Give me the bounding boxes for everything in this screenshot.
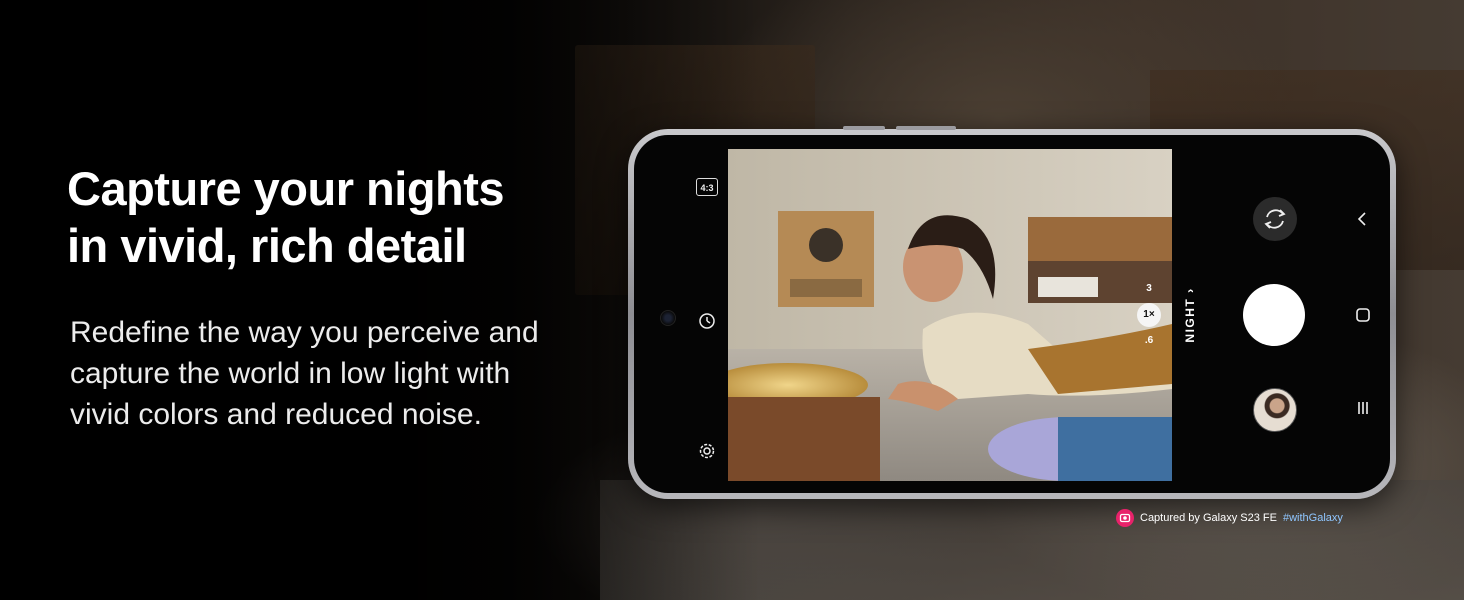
headline-line-2: in vivid, rich detail (67, 219, 467, 272)
flip-camera-button[interactable] (1253, 197, 1297, 241)
camera-viewfinder (728, 149, 1172, 481)
phone-mockup: 4:3 3 1× .6 NIGHT › (628, 126, 1396, 499)
photo-caption: Captured by Galaxy S23 FE #withGalaxy (1116, 509, 1343, 527)
front-camera-hole (660, 310, 676, 326)
flip-camera-icon (1264, 209, 1286, 229)
caption-text: Captured by Galaxy S23 FE (1140, 512, 1277, 524)
side-button (896, 126, 956, 130)
body-line-2: capture the world in low light with (70, 357, 511, 390)
body-copy: Redefine the way you perceive and captur… (70, 312, 630, 435)
scene-records (1038, 277, 1098, 297)
gallery-thumbnail[interactable] (1253, 388, 1297, 432)
volume-button (843, 126, 885, 130)
caption-hashtag[interactable]: #withGalaxy (1283, 512, 1343, 524)
mode-label-night[interactable]: NIGHT › (1183, 287, 1197, 342)
camera-left-bar: 4:3 (634, 135, 727, 493)
camera-badge-icon (1116, 509, 1134, 527)
zoom-option-3[interactable]: 3 (1136, 283, 1162, 294)
phone-screen: 4:3 3 1× .6 NIGHT › (634, 135, 1390, 493)
recents-nav-icon[interactable] (1354, 399, 1372, 417)
timer-icon[interactable] (698, 311, 716, 329)
scene-speaker-cone (809, 228, 843, 262)
promo-banner: Capture your nights in vivid, rich detai… (0, 0, 1464, 600)
settings-icon[interactable] (698, 442, 716, 460)
aspect-ratio-button[interactable]: 4:3 (696, 178, 718, 196)
body-line-3: vivid colors and reduced noise. (70, 398, 482, 431)
shutter-button[interactable] (1243, 284, 1305, 346)
scene-album-cover (1058, 417, 1172, 481)
back-nav-icon[interactable] (1354, 210, 1372, 228)
scene-speaker-grille (790, 279, 862, 297)
headline: Capture your nights in vivid, rich detai… (67, 160, 627, 274)
scene-shelf-top (1028, 217, 1172, 261)
mode-label-text: NIGHT (1183, 297, 1197, 343)
home-nav-icon[interactable] (1354, 306, 1372, 324)
zoom-option-1x[interactable]: 1× (1137, 303, 1161, 327)
headline-line-1: Capture your nights (67, 162, 505, 215)
body-line-1: Redefine the way you perceive and (70, 316, 539, 349)
aspect-ratio-label: 4:3 (700, 183, 714, 193)
camera-right-bar: NIGHT › (1172, 135, 1390, 493)
zoom-option-0-6[interactable]: .6 (1136, 335, 1162, 346)
scene-record-player (728, 397, 880, 481)
